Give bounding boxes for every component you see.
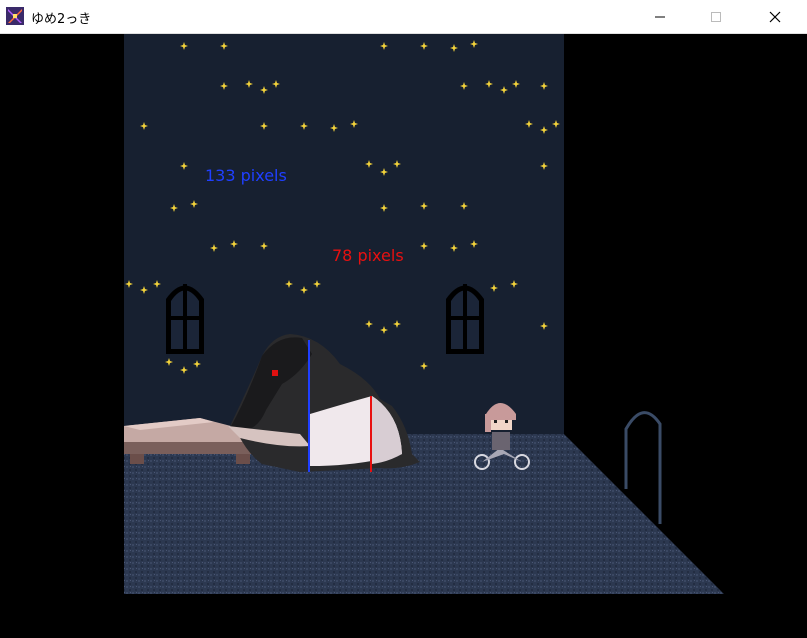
measurement-label-blue: 133 pixels [205, 166, 287, 185]
yume2kki-app-icon [6, 7, 24, 25]
game-scene [0, 34, 807, 638]
game-window: ゆめ2っき 133 pixels 78 pixels [0, 0, 807, 638]
close-icon [769, 11, 781, 23]
arched-window-left [166, 284, 204, 354]
title-bar[interactable]: ゆめ2っき [0, 0, 807, 34]
left-wall [0, 34, 124, 638]
maximize-button[interactable] [693, 0, 739, 33]
close-button[interactable] [752, 0, 798, 33]
minimize-icon [655, 16, 665, 18]
measurement-label-red: 78 pixels [332, 246, 404, 265]
arched-window-right [446, 284, 484, 354]
window-title: ゆめ2っき [31, 12, 92, 27]
game-viewport[interactable]: 133 pixels 78 pixels [0, 34, 807, 638]
minimize-button[interactable] [637, 0, 683, 33]
maximize-icon [711, 12, 721, 22]
